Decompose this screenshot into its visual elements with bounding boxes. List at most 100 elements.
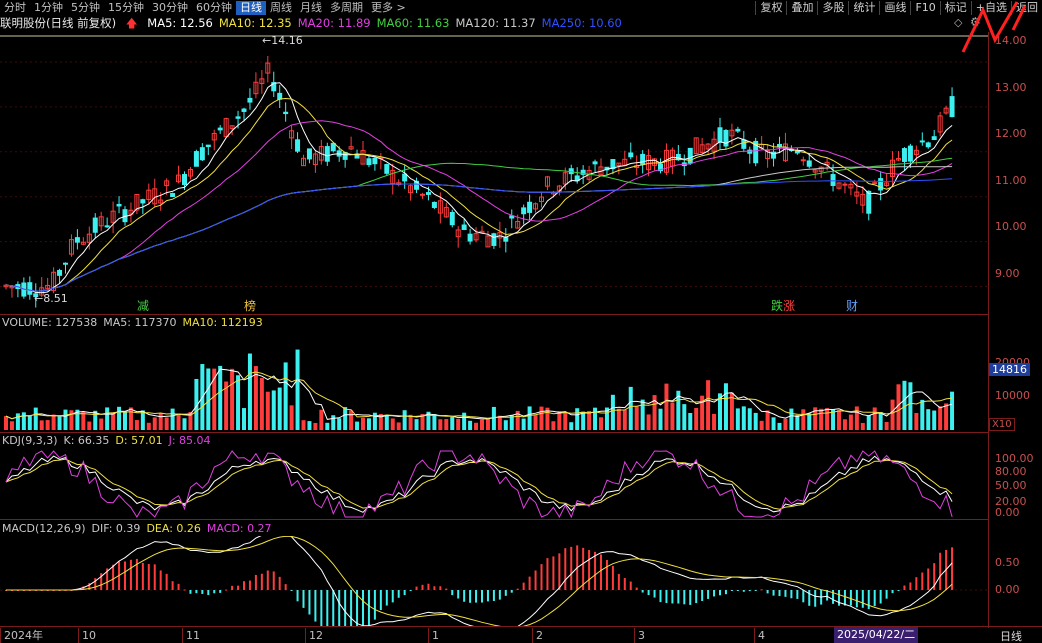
time-tick-6: 3: [634, 628, 645, 643]
period-tab-4[interactable]: 30分钟: [148, 1, 192, 15]
macd-bar: [653, 590, 656, 598]
volume-bar: [242, 408, 246, 430]
volume-bar: [634, 406, 639, 430]
macd-bar: [611, 565, 614, 590]
volume-bar: [694, 407, 699, 430]
kdj-chart[interactable]: [0, 448, 988, 518]
candle-body: [425, 192, 431, 195]
macd-bar: [861, 590, 864, 608]
separator: [0, 432, 988, 433]
macd-bar: [373, 590, 376, 620]
candle-body: [628, 152, 634, 158]
candle-body: [27, 282, 33, 295]
kdj-label-0: KDJ(9,3,3): [2, 434, 58, 447]
candle-body: [330, 142, 336, 152]
macd-bar: [802, 590, 805, 603]
volume-bar: [575, 408, 580, 430]
macd-bar: [237, 585, 240, 590]
macd-bar: [659, 590, 662, 603]
toolbar-button-3[interactable]: 统计: [848, 1, 879, 15]
volume-bar: [628, 386, 633, 430]
candle-body: [74, 237, 80, 243]
candle-body: [366, 158, 372, 166]
candle-body: [431, 201, 437, 208]
period-tab-9[interactable]: 多周期: [326, 1, 367, 15]
period-tab-5[interactable]: 60分钟: [192, 1, 236, 15]
volume-bar: [825, 408, 830, 430]
macd-bar: [290, 590, 293, 591]
period-tab-3[interactable]: 15分钟: [104, 1, 148, 15]
volume-bar: [9, 421, 14, 430]
period-tab-2[interactable]: 5分钟: [67, 1, 104, 15]
volume-bar: [247, 353, 252, 430]
ma-label-4: MA120: 11.37: [455, 16, 536, 30]
toolbar-button-0[interactable]: 复权: [755, 1, 786, 15]
candle-body: [199, 147, 205, 161]
macd-bar: [766, 590, 769, 594]
volume-bar: [741, 406, 746, 430]
macd-bar: [421, 584, 424, 590]
macd-bar: [909, 582, 912, 590]
candle-body: [140, 199, 146, 204]
volume-bar: [402, 410, 407, 430]
period-tab-0[interactable]: 分时: [0, 1, 30, 15]
candle-body: [503, 237, 509, 242]
volume-bar: [230, 368, 235, 430]
volume-bar: [497, 415, 502, 430]
macd-label-1: DIF: 0.39: [91, 522, 141, 535]
volume-bar: [63, 409, 68, 430]
volume-bar: [438, 419, 443, 430]
macd-bar: [457, 590, 460, 599]
ma120-line: [5, 166, 953, 292]
time-tick-0: 2024年: [0, 628, 43, 643]
ma60-line: [5, 157, 953, 292]
low-label: ←8.51: [34, 292, 68, 305]
ma-label-5: MA250: 10.60: [541, 16, 622, 30]
candle-body: [372, 157, 378, 165]
volume-bar: [265, 391, 270, 430]
toolbar-button-1[interactable]: 叠加: [786, 1, 817, 15]
macd-bar: [677, 590, 680, 604]
toolbar-button-2[interactable]: 多股: [817, 1, 848, 15]
macd-bar: [570, 546, 573, 590]
macd-bar: [540, 564, 543, 590]
volume-bar: [706, 380, 711, 430]
candle-body: [342, 152, 348, 160]
macd-bar: [445, 588, 448, 590]
volume-bar: [474, 422, 479, 430]
macd-bar: [921, 572, 924, 590]
period-tab-1[interactable]: 1分钟: [30, 1, 67, 15]
volume-bar: [384, 414, 389, 430]
period-tab-6[interactable]: 日线: [236, 1, 266, 15]
macd-bar: [849, 590, 852, 606]
kdj-tick-0: 100.00: [995, 452, 1034, 465]
toolbar-button-4[interactable]: 画线: [879, 1, 910, 15]
period-tab-7[interactable]: 周线: [266, 1, 296, 15]
period-tab-10[interactable]: 更多 >: [367, 1, 410, 15]
candle-body: [467, 233, 473, 242]
volume-bar: [819, 408, 824, 430]
candle-body: [830, 174, 836, 186]
macd-bar: [754, 590, 757, 591]
volume-bar: [164, 417, 169, 430]
volume-chart[interactable]: [0, 330, 988, 432]
event-marker-2: 跌: [771, 298, 783, 313]
price-chart[interactable]: ←14.16 ←8.51 减 榜 跌涨 财: [0, 32, 988, 314]
toolbar-button-5[interactable]: F10: [910, 1, 939, 15]
volume-bar: [872, 407, 877, 430]
time-tick-3: 12: [305, 628, 323, 643]
period-tab-8[interactable]: 月线: [296, 1, 326, 15]
macd-bar: [617, 573, 620, 590]
volume-bar: [610, 394, 615, 430]
volume-bar: [783, 418, 788, 430]
macd-bar: [415, 586, 418, 590]
macd-bar: [153, 564, 156, 590]
price-tick-4: 10.00: [995, 220, 1027, 233]
volume-bar: [39, 420, 44, 430]
volume-bar: [884, 421, 889, 430]
volume-bar: [753, 412, 758, 430]
candle-body: [919, 140, 925, 143]
macd-chart[interactable]: [0, 536, 988, 626]
volume-label-2: MA10: 112193: [182, 316, 263, 329]
candle-body: [170, 193, 176, 197]
